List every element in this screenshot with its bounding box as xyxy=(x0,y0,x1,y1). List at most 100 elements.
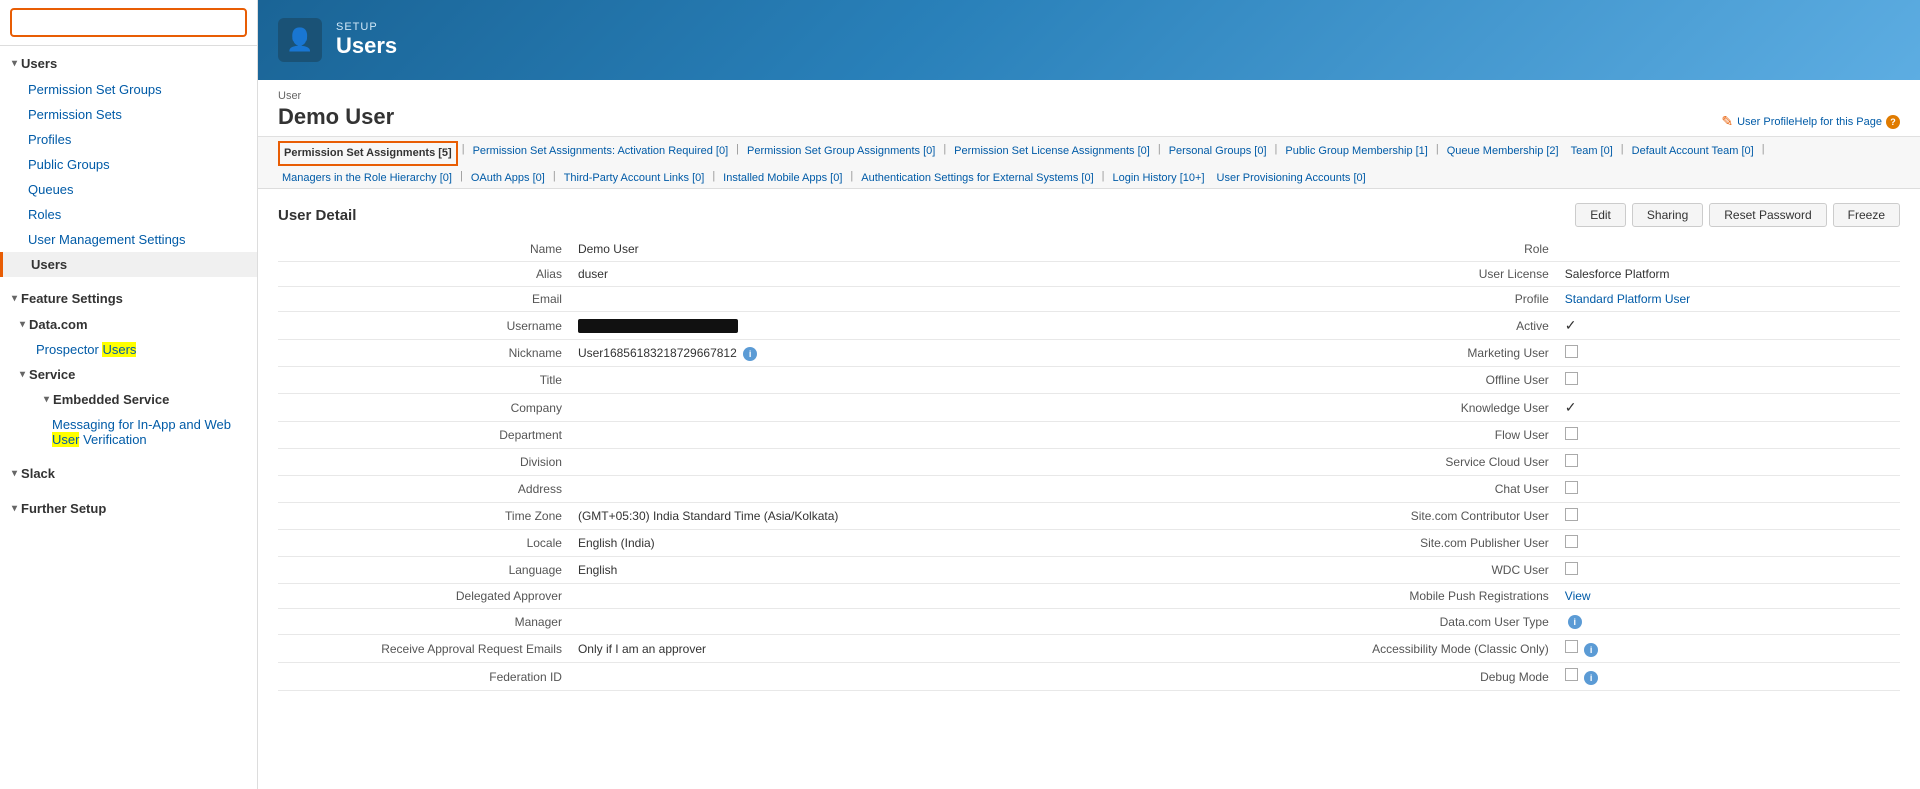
sidebar-group-slack[interactable]: ▾ Slack xyxy=(0,460,257,487)
chevron-down-icon: ▾ xyxy=(20,319,25,330)
tab-login-history[interactable]: Login History [10+] xyxy=(1108,168,1208,189)
table-row: Address Chat User xyxy=(278,476,1900,503)
edit-icon: ✎ xyxy=(1721,113,1733,130)
sidebar-group-feature-settings[interactable]: ▾ Feature Settings xyxy=(0,285,257,312)
tab-permission-set-assignments[interactable]: Permission Set Assignments [5] xyxy=(278,141,458,166)
sitecom-publisher-checkbox[interactable] xyxy=(1565,535,1578,548)
sidebar-group-feature-settings-label: Feature Settings xyxy=(21,291,123,306)
sidebar-subgroup-embedded-service[interactable]: ▾ Embedded Service xyxy=(0,387,257,412)
field-label-username: Username xyxy=(278,312,570,340)
field-value-federation-id xyxy=(570,663,1089,691)
search-box: User xyxy=(0,0,257,46)
freeze-button[interactable]: Freeze xyxy=(1833,203,1900,227)
info-icon[interactable]: i xyxy=(743,347,757,361)
field-label-language: Language xyxy=(278,557,570,584)
tab-third-party-account-links[interactable]: Third-Party Account Links [0] xyxy=(560,168,709,189)
sidebar: User ▾ Users Permission Set Groups Permi… xyxy=(0,0,258,789)
content-area: User Demo User ✎ User ProfileHelp for th… xyxy=(258,80,1920,789)
knowledge-user-checkmark: ✓ xyxy=(1565,399,1577,415)
tab-permission-set-group-assignments[interactable]: Permission Set Group Assignments [0] xyxy=(743,141,939,166)
view-link[interactable]: View xyxy=(1565,589,1591,603)
field-value-timezone: (GMT+05:30) India Standard Time (Asia/Ko… xyxy=(570,503,1089,530)
tab-permission-set-activation[interactable]: Permission Set Assignments: Activation R… xyxy=(469,141,733,166)
field-value-division xyxy=(570,449,1089,476)
help-link[interactable]: ✎ User ProfileHelp for this Page ? xyxy=(1721,113,1900,130)
highlight-users: Users xyxy=(102,342,136,357)
section-header-row: User Detail Edit Sharing Reset Password … xyxy=(278,203,1900,227)
chat-user-checkbox[interactable] xyxy=(1565,481,1578,494)
user-header: User Demo User ✎ User ProfileHelp for th… xyxy=(258,80,1920,137)
field-label-division: Division xyxy=(278,449,570,476)
tab-authentication-settings[interactable]: Authentication Settings for External Sys… xyxy=(857,168,1097,189)
sidebar-item-permission-sets[interactable]: Permission Sets xyxy=(0,102,257,127)
sidebar-subgroup-service[interactable]: ▾ Service xyxy=(0,362,257,387)
field-value-manager xyxy=(570,609,1089,635)
sidebar-item-public-groups[interactable]: Public Groups xyxy=(0,152,257,177)
tab-public-group-membership[interactable]: Public Group Membership [1] xyxy=(1281,141,1431,166)
tab-oauth-apps[interactable]: OAuth Apps [0] xyxy=(467,168,549,189)
marketing-user-checkbox[interactable] xyxy=(1565,345,1578,358)
page-title: Users xyxy=(336,33,397,59)
field-label-marketing-user: Marketing User xyxy=(1089,340,1557,367)
sidebar-subgroup-service-label: Service xyxy=(29,367,75,382)
sidebar-item-users[interactable]: Users xyxy=(0,252,257,277)
field-label-user-license: User License xyxy=(1089,262,1557,287)
wdc-user-checkbox[interactable] xyxy=(1565,562,1578,575)
detail-table: Name Demo User Role Alias duser User Lic… xyxy=(278,237,1900,691)
sidebar-item-permission-set-groups[interactable]: Permission Set Groups xyxy=(0,77,257,102)
sidebar-subgroup-data-com[interactable]: ▾ Data.com xyxy=(0,312,257,337)
reset-password-button[interactable]: Reset Password xyxy=(1709,203,1826,227)
search-input[interactable]: User xyxy=(10,8,247,37)
sitecom-contributor-checkbox[interactable] xyxy=(1565,508,1578,521)
field-value-offline-user xyxy=(1557,367,1900,394)
field-value-flow-user xyxy=(1557,422,1900,449)
sidebar-item-profiles[interactable]: Profiles xyxy=(0,127,257,152)
edit-button[interactable]: Edit xyxy=(1575,203,1626,227)
field-value-delegated-approver xyxy=(570,584,1089,609)
header-text: SETUP Users xyxy=(336,21,397,59)
tab-team[interactable]: Team [0] xyxy=(1567,141,1617,166)
sidebar-item-messaging-in-app[interactable]: Messaging for In-App and Web User Verifi… xyxy=(0,412,257,452)
info-icon[interactable]: i xyxy=(1584,671,1598,685)
chevron-down-icon: ▾ xyxy=(44,394,49,405)
offline-user-checkbox[interactable] xyxy=(1565,372,1578,385)
sidebar-item-prospector-users[interactable]: Prospector Users xyxy=(0,337,257,362)
tab-managers-in-role-hierarchy[interactable]: Managers in the Role Hierarchy [0] xyxy=(278,168,456,189)
chevron-down-icon: ▾ xyxy=(12,58,17,69)
field-label-wdc-user: WDC User xyxy=(1089,557,1557,584)
info-icon[interactable]: i xyxy=(1568,615,1582,629)
service-cloud-user-checkbox[interactable] xyxy=(1565,454,1578,467)
table-row: Receive Approval Request Emails Only if … xyxy=(278,635,1900,663)
tab-personal-groups[interactable]: Personal Groups [0] xyxy=(1165,141,1271,166)
field-value-alias: duser xyxy=(570,262,1089,287)
page-header: 👤 SETUP Users xyxy=(258,0,1920,80)
tab-queue-membership[interactable]: Queue Membership [2] xyxy=(1443,141,1563,166)
accessibility-mode-checkbox[interactable] xyxy=(1565,640,1578,653)
field-value-language: English xyxy=(570,557,1089,584)
info-icon[interactable]: i xyxy=(1584,643,1598,657)
sidebar-group-users[interactable]: ▾ Users xyxy=(0,50,257,77)
sidebar-further-setup-section: ▾ Further Setup xyxy=(0,491,257,526)
field-value-datacom-user-type: i xyxy=(1557,609,1900,635)
field-value-locale: English (India) xyxy=(570,530,1089,557)
debug-mode-checkbox[interactable] xyxy=(1565,668,1578,681)
sidebar-group-further-setup[interactable]: ▾ Further Setup xyxy=(0,495,257,522)
table-row: Delegated Approver Mobile Push Registrat… xyxy=(278,584,1900,609)
tab-permission-set-license-assignments[interactable]: Permission Set License Assignments [0] xyxy=(950,141,1154,166)
profile-link[interactable]: Standard Platform User xyxy=(1565,292,1690,306)
sidebar-item-queues[interactable]: Queues xyxy=(0,177,257,202)
sharing-button[interactable]: Sharing xyxy=(1632,203,1703,227)
tab-user-provisioning-accounts[interactable]: User Provisioning Accounts [0] xyxy=(1213,168,1370,189)
table-row: Username Active ✓ xyxy=(278,312,1900,340)
sidebar-item-roles[interactable]: Roles xyxy=(0,202,257,227)
chevron-down-icon: ▾ xyxy=(20,369,25,380)
tab-installed-mobile-apps[interactable]: Installed Mobile Apps [0] xyxy=(719,168,846,189)
tab-default-account-team[interactable]: Default Account Team [0] xyxy=(1628,141,1758,166)
flow-user-checkbox[interactable] xyxy=(1565,427,1578,440)
sidebar-item-user-management-settings[interactable]: User Management Settings xyxy=(0,227,257,252)
sidebar-group-slack-label: Slack xyxy=(21,466,55,481)
field-label-delegated-approver: Delegated Approver xyxy=(278,584,570,609)
chevron-down-icon: ▾ xyxy=(12,293,17,304)
active-checkmark: ✓ xyxy=(1565,317,1577,333)
field-label-datacom-user-type: Data.com User Type xyxy=(1089,609,1557,635)
